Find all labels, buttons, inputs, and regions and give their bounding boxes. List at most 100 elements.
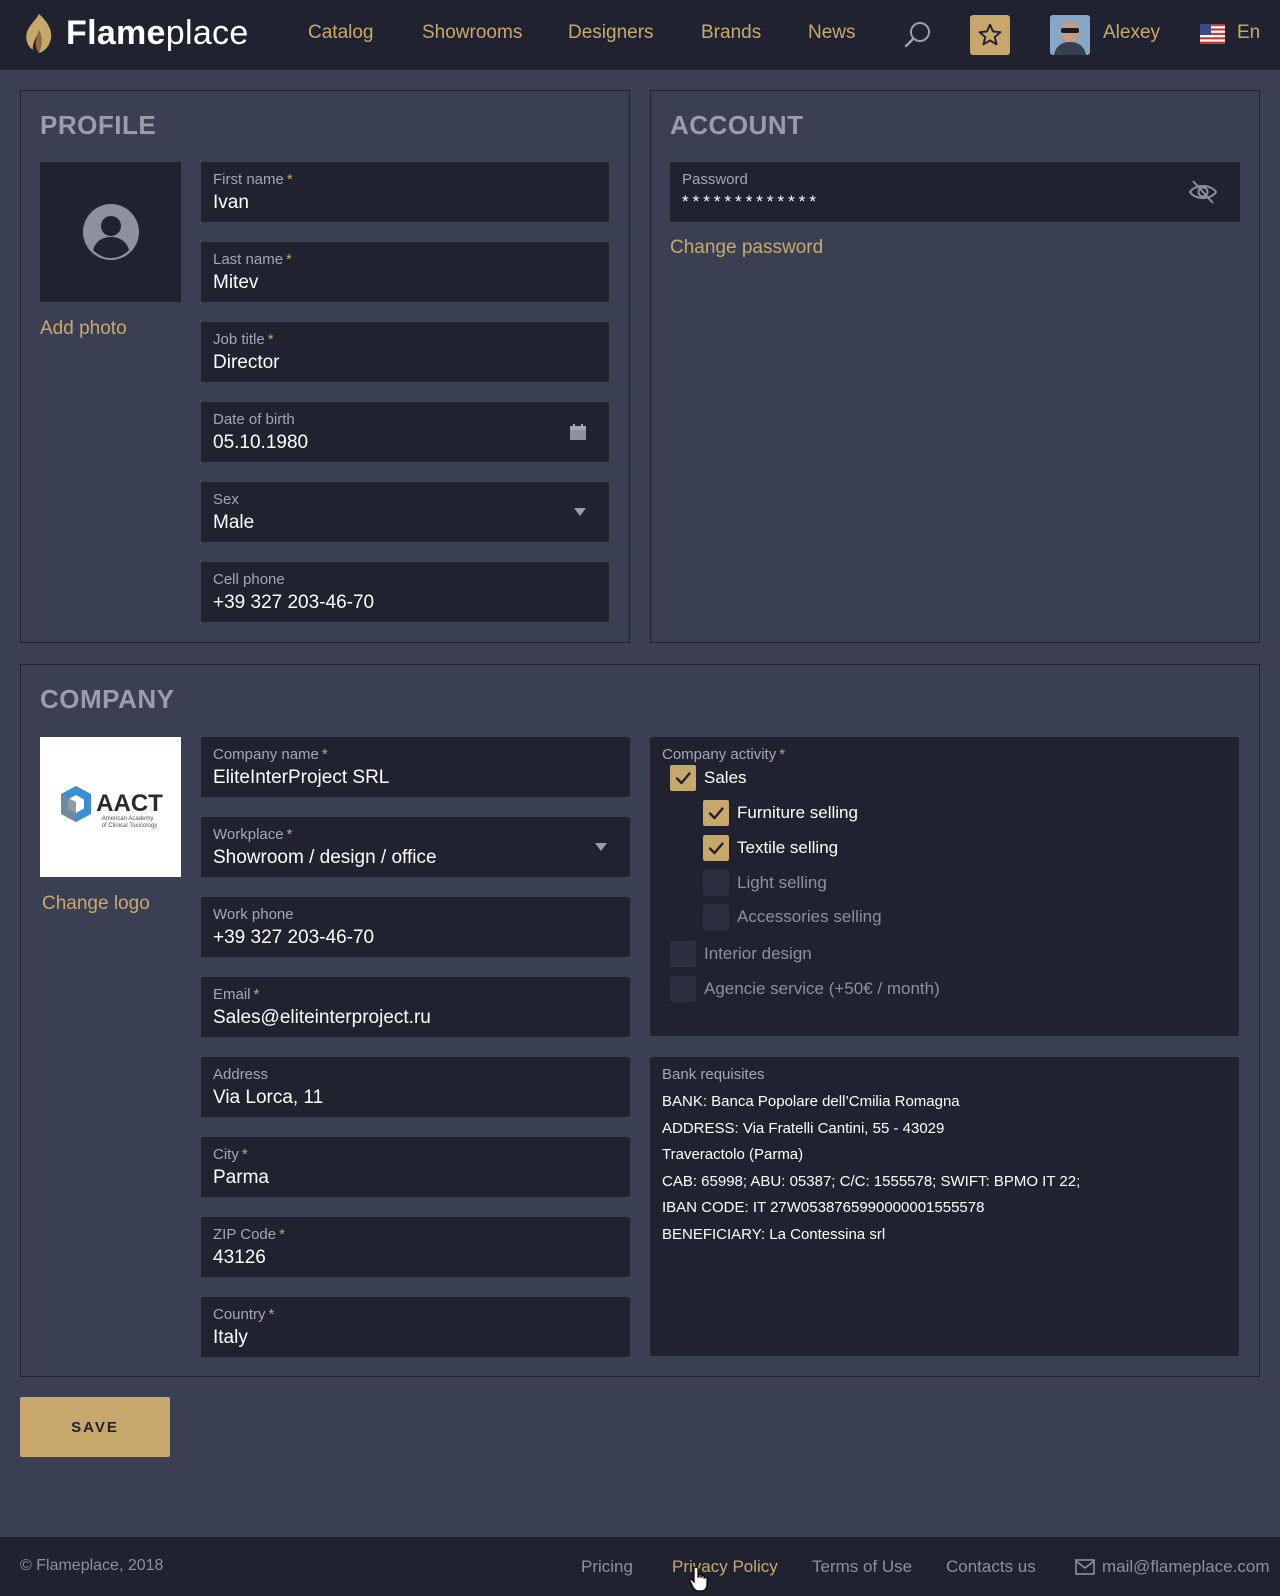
activity-checkbox-interior-design[interactable]: Interior design bbox=[670, 941, 812, 967]
checkbox-unchecked[interactable] bbox=[670, 941, 696, 967]
company-title: COMPANY bbox=[40, 684, 175, 714]
activity-label: Agencie service (+50€ / month) bbox=[704, 979, 940, 998]
brand-name: Flameplace bbox=[66, 13, 249, 52]
chevron-down-icon bbox=[574, 508, 586, 516]
zip-code-field[interactable]: ZIP Code * 43126 bbox=[201, 1217, 630, 1277]
copyright-text: © Flameplace, 2018 bbox=[20, 1557, 164, 1574]
city-field[interactable]: City * Parma bbox=[201, 1137, 630, 1197]
activity-checkbox-furniture-selling[interactable]: Furniture selling bbox=[703, 800, 858, 826]
us-flag-icon[interactable] bbox=[1200, 24, 1225, 44]
add-photo-link[interactable]: Add photo bbox=[40, 318, 127, 340]
checkbox-checked[interactable] bbox=[703, 800, 729, 826]
company-logo-text: AACT bbox=[96, 790, 163, 817]
cell-phone-field[interactable]: Cell phone +39 327 203-46-70 bbox=[201, 562, 609, 622]
bank-line: ADDRESS: Via Fratelli Cantini, 55 - 4302… bbox=[662, 1119, 945, 1137]
bank-line: CAB: 65998; ABU: 05387; C/C: 1555578; SW… bbox=[662, 1172, 1081, 1190]
activity-checkbox-light-selling[interactable]: Light selling bbox=[703, 870, 827, 896]
favorites-button[interactable] bbox=[970, 15, 1010, 55]
user-name[interactable]: Alexey bbox=[1103, 22, 1160, 44]
company-logo[interactable]: AACT American Academy of Clinical Toxico… bbox=[40, 737, 181, 877]
footer-link-terms-of-use[interactable]: Terms of Use bbox=[812, 1557, 912, 1577]
calendar-icon[interactable] bbox=[569, 423, 587, 441]
checkbox-checked[interactable] bbox=[670, 765, 696, 791]
activity-checkbox-sales[interactable]: Sales bbox=[670, 765, 747, 791]
checkmark-icon bbox=[708, 842, 724, 855]
user-avatar[interactable] bbox=[1050, 15, 1090, 55]
work-phone-field[interactable]: Work phone +39 327 203-46-70 bbox=[201, 897, 630, 957]
checkmark-icon bbox=[708, 807, 724, 820]
bank-line: IBAN CODE: IT 27W0538765990000001555578 bbox=[662, 1199, 985, 1216]
job-title-label: Job title * bbox=[213, 331, 274, 348]
email-value: Sales@eliteinterproject.ru bbox=[213, 1007, 431, 1028]
bank-requisites-label: Bank requisites bbox=[662, 1066, 765, 1083]
password-value: ************* bbox=[682, 192, 821, 211]
first-name-field[interactable]: First name * Ivan bbox=[201, 162, 609, 222]
last-name-field[interactable]: Last name * Mitev bbox=[201, 242, 609, 302]
checkbox-checked[interactable] bbox=[703, 835, 729, 861]
bank-requisites-box[interactable]: Bank requisites BANK: Banca Popolare del… bbox=[650, 1057, 1239, 1356]
company-name-label: Company name * bbox=[213, 746, 328, 763]
address-value: Via Lorca, 11 bbox=[213, 1087, 324, 1108]
last-name-value: Mitev bbox=[213, 272, 259, 293]
nav-brands[interactable]: Brands bbox=[701, 22, 761, 44]
avatar-photo-icon bbox=[1050, 15, 1090, 55]
company-name-field[interactable]: Company name * EliteInterProject SRL bbox=[201, 737, 630, 797]
zip-code-label: ZIP Code * bbox=[213, 1226, 285, 1243]
workplace-select[interactable]: Workplace * Showroom / design / office bbox=[201, 817, 630, 877]
footer-link-pricing[interactable]: Pricing bbox=[581, 1557, 633, 1577]
activity-checkbox-agencie-service[interactable]: Agencie service (+50€ / month) bbox=[670, 976, 940, 1002]
footer-link-contacts-us[interactable]: Contacts us bbox=[946, 1557, 1036, 1577]
address-field[interactable]: Address Via Lorca, 11 bbox=[201, 1057, 630, 1117]
activity-checkbox-textile-selling[interactable]: Textile selling bbox=[703, 835, 838, 861]
bank-line: BANK: Banca Popolare dell’Cmilia Romagna bbox=[662, 1093, 960, 1110]
search-icon[interactable] bbox=[903, 20, 933, 50]
top-navbar: Flameplace Catalog Showrooms Designers B… bbox=[0, 0, 1280, 70]
bank-line: Traveractolo (Parma) bbox=[662, 1146, 804, 1163]
profile-title: PROFILE bbox=[40, 110, 157, 140]
nav-showrooms[interactable]: Showrooms bbox=[422, 22, 522, 44]
password-field[interactable]: Password ************* bbox=[670, 162, 1240, 222]
nav-news[interactable]: News bbox=[808, 22, 856, 44]
nav-catalog[interactable]: Catalog bbox=[308, 22, 374, 44]
city-label: City * bbox=[213, 1146, 248, 1163]
account-title: ACCOUNT bbox=[670, 110, 804, 140]
workplace-label: Workplace * bbox=[213, 826, 293, 843]
job-title-field[interactable]: Job title * Director bbox=[201, 322, 609, 382]
bank-requisites-text: BANK: Banca Popolare dell’Cmilia Romagna… bbox=[662, 1092, 1080, 1251]
city-value: Parma bbox=[213, 1167, 269, 1188]
country-field[interactable]: Country * Italy bbox=[201, 1297, 630, 1357]
footer: © Flameplace, 2018 Pricing Privacy Polic… bbox=[0, 1537, 1280, 1596]
change-password-link[interactable]: Change password bbox=[670, 237, 823, 259]
zip-code-value: 43126 bbox=[213, 1247, 266, 1268]
language-selector[interactable]: En bbox=[1237, 22, 1260, 44]
date-of-birth-value: 05.10.1980 bbox=[213, 432, 309, 453]
password-label: Password bbox=[682, 171, 748, 188]
work-phone-label: Work phone bbox=[213, 906, 294, 923]
brand-logo[interactable]: Flameplace bbox=[22, 10, 249, 56]
sex-select[interactable]: Sex Male bbox=[201, 482, 609, 542]
activity-checkbox-accessories-selling[interactable]: Accessories selling bbox=[703, 904, 882, 930]
email-label: Email * bbox=[213, 986, 260, 1003]
date-of-birth-field[interactable]: Date of birth 05.10.1980 bbox=[201, 402, 609, 462]
flame-logo-icon bbox=[26, 14, 52, 53]
footer-email-link[interactable]: mail@flameplace.com bbox=[1102, 1557, 1269, 1577]
star-icon bbox=[978, 23, 1002, 46]
chevron-down-icon bbox=[595, 843, 607, 851]
change-logo-link[interactable]: Change logo bbox=[42, 893, 150, 915]
email-field[interactable]: Email * Sales@eliteinterproject.ru bbox=[201, 977, 630, 1037]
checkbox-unchecked[interactable] bbox=[670, 976, 696, 1002]
checkbox-unchecked[interactable] bbox=[703, 870, 729, 896]
save-button[interactable]: SAVE bbox=[20, 1397, 170, 1457]
activity-label: Sales bbox=[704, 768, 747, 787]
eye-hidden-icon[interactable] bbox=[1188, 178, 1218, 206]
last-name-label: Last name * bbox=[213, 251, 292, 268]
nav-designers[interactable]: Designers bbox=[568, 22, 654, 44]
company-activity-label: Company activity * bbox=[662, 746, 786, 763]
work-phone-value: +39 327 203-46-70 bbox=[213, 927, 375, 948]
profile-photo-placeholder[interactable] bbox=[40, 162, 181, 302]
user-avatar-icon bbox=[82, 204, 139, 260]
checkbox-unchecked[interactable] bbox=[703, 904, 729, 930]
company-logo-subtitle: American Academy of Clinical Toxicology bbox=[101, 816, 158, 829]
activity-label: Light selling bbox=[737, 873, 827, 892]
activity-label: Accessories selling bbox=[737, 907, 882, 926]
